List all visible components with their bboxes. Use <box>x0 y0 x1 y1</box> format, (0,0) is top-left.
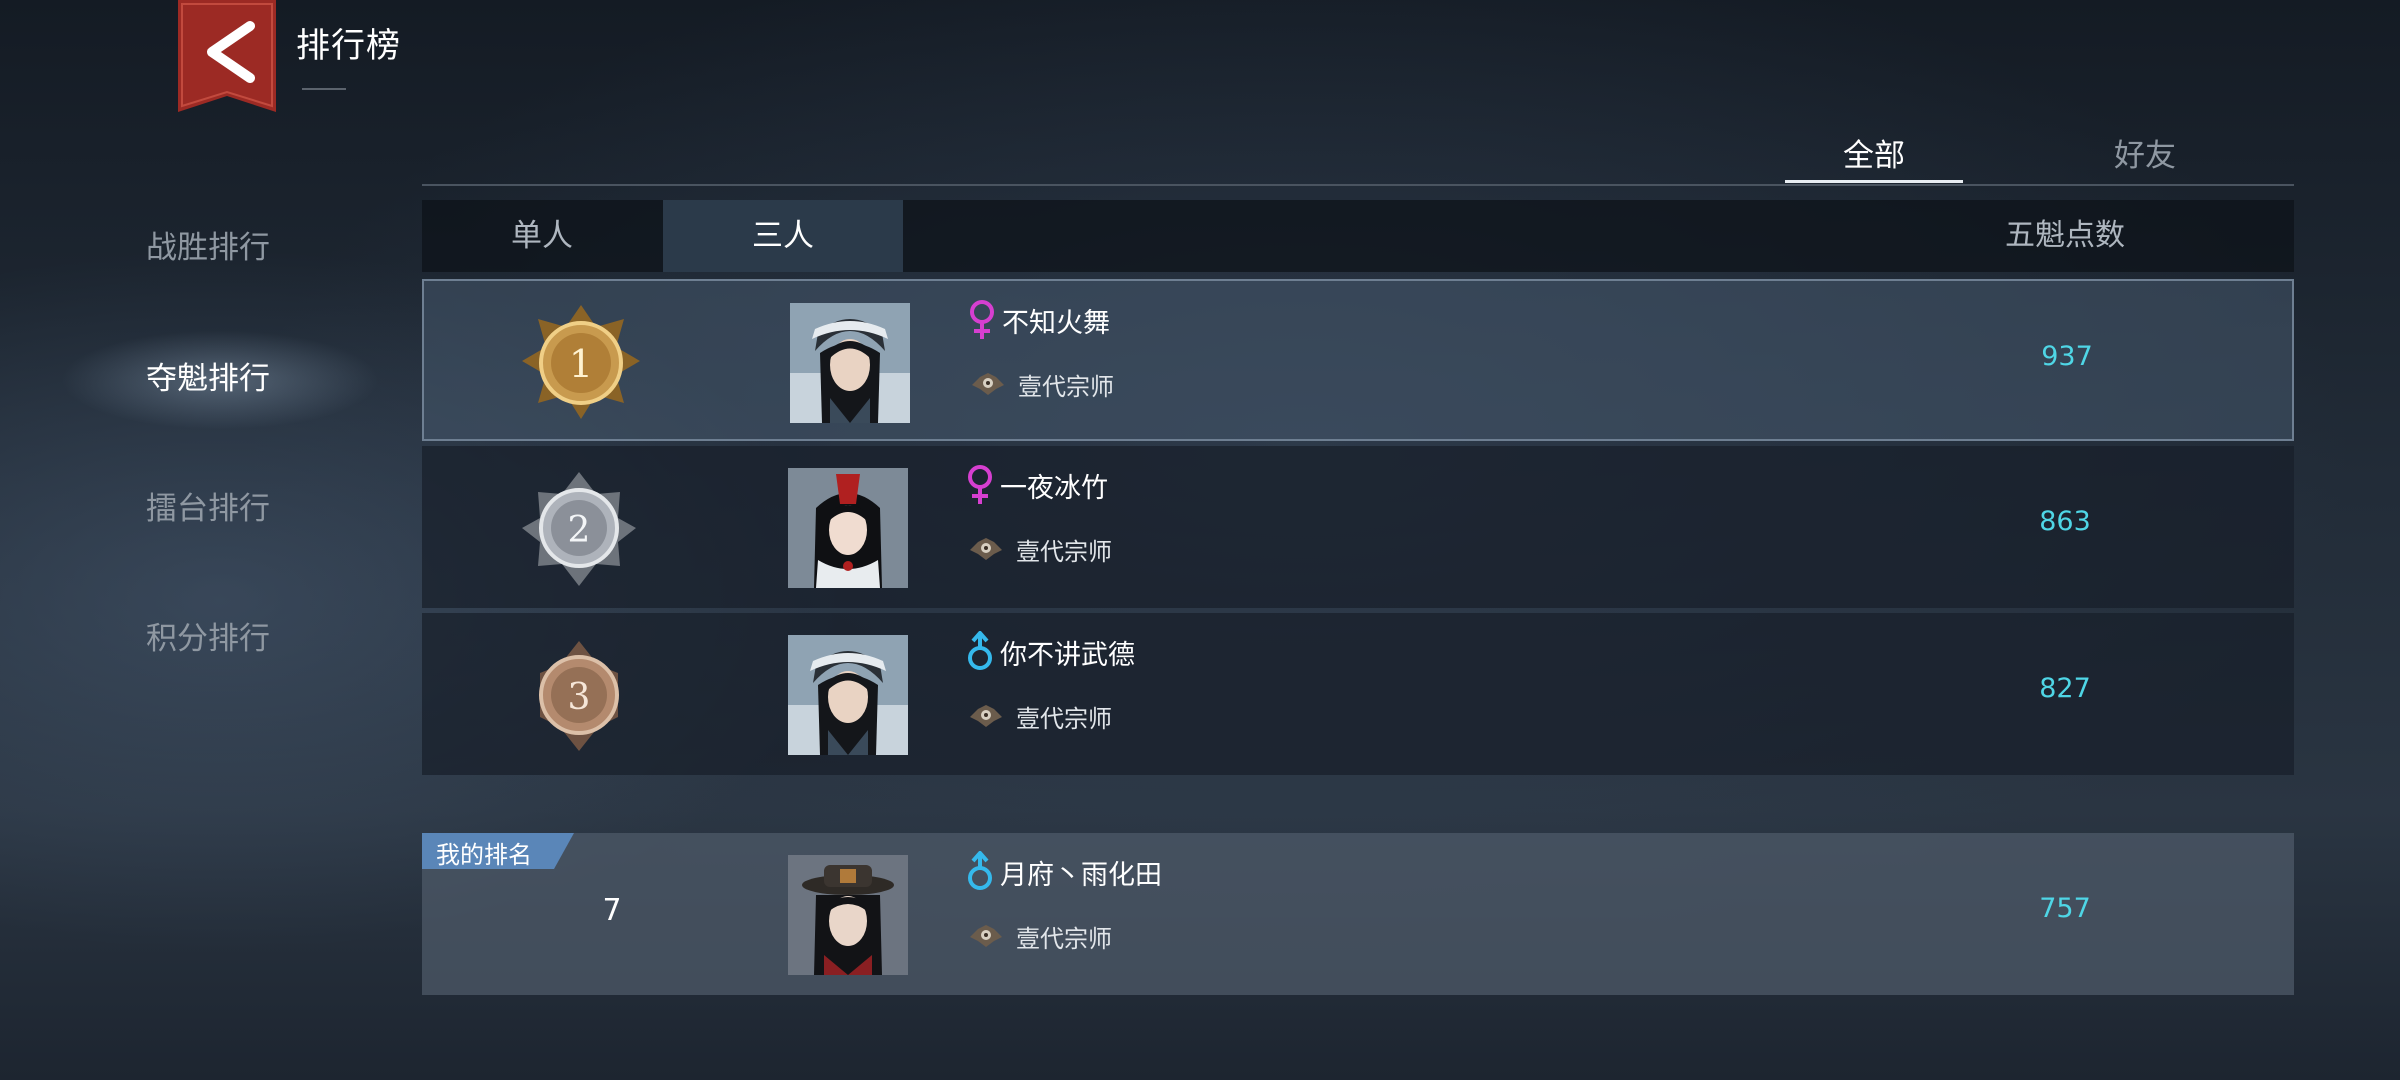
male-icon <box>964 631 996 673</box>
tabs-divider <box>422 184 2294 186</box>
tab-friends[interactable]: 好友 <box>2055 128 2235 184</box>
tab-all[interactable]: 全部 <box>1785 128 1963 184</box>
my-rank-label: 我的排名 <box>436 841 532 869</box>
rank-row-3[interactable]: 3 你不讲武德 壹代宗师 827 <box>422 613 2294 775</box>
player-name: 月府丶雨化田 <box>1000 860 1162 891</box>
list-header: 单人 三人 五魁点数 <box>422 200 2294 272</box>
medal-rank-number: 3 <box>568 677 591 718</box>
player-name: 不知火舞 <box>1002 308 1110 339</box>
back-arrow-icon <box>178 0 276 112</box>
player-name: 你不讲武德 <box>1000 640 1135 671</box>
guild-emblem-icon <box>968 534 1004 562</box>
medal-rank-number: 1 <box>569 342 593 386</box>
guild-emblem-icon <box>968 921 1004 949</box>
score-value: 757 <box>2039 893 2091 924</box>
my-rank-number: 7 <box>602 893 622 928</box>
page-title: 排行榜 <box>296 26 401 66</box>
sidebar-item-points-rank[interactable]: 积分排行 <box>146 609 376 669</box>
my-rank-row[interactable]: 我的排名 7 月府丶雨化田 壹代宗师 757 <box>422 833 2294 995</box>
sidebar-item-victory-rank[interactable]: 战胜排行 <box>146 218 376 278</box>
score-value: 827 <box>2039 673 2091 704</box>
player-avatar <box>788 635 908 755</box>
sidebar-item-champion-rank[interactable]: 夺魁排行 <box>146 349 376 409</box>
score-value: 863 <box>2039 506 2091 537</box>
tab-trio[interactable]: 三人 <box>663 200 903 272</box>
bronze-medal-icon: 3 <box>539 641 619 751</box>
female-icon <box>964 464 996 506</box>
sidebar-item-arena-rank[interactable]: 擂台排行 <box>146 479 376 539</box>
player-avatar <box>788 855 908 975</box>
back-button[interactable] <box>178 0 276 112</box>
medal-rank-number: 2 <box>568 510 591 551</box>
guild-name: 壹代宗师 <box>1018 373 1114 401</box>
guild-name: 壹代宗师 <box>1016 705 1112 733</box>
guild-emblem-icon <box>970 369 1006 397</box>
guild-name: 壹代宗师 <box>1016 538 1112 566</box>
male-icon <box>964 851 996 893</box>
rank-row-2[interactable]: 2 一夜冰竹 壹代宗师 863 <box>422 446 2294 608</box>
score-column-header: 五魁点数 <box>2005 218 2125 253</box>
guild-emblem-icon <box>968 701 1004 729</box>
player-avatar <box>788 468 908 588</box>
score-value: 937 <box>2041 341 2093 372</box>
rank-row-1[interactable]: 1 不知火舞 壹代宗师 937 <box>422 279 2294 441</box>
guild-name: 壹代宗师 <box>1016 925 1112 953</box>
tab-active-indicator <box>1785 180 1963 183</box>
silver-medal-icon: 2 <box>522 472 636 586</box>
player-name: 一夜冰竹 <box>1000 473 1108 504</box>
title-underline <box>302 88 346 90</box>
female-icon <box>966 299 998 341</box>
tab-solo[interactable]: 单人 <box>422 200 662 272</box>
player-avatar <box>790 303 910 423</box>
gold-medal-icon: 1 <box>522 305 640 419</box>
